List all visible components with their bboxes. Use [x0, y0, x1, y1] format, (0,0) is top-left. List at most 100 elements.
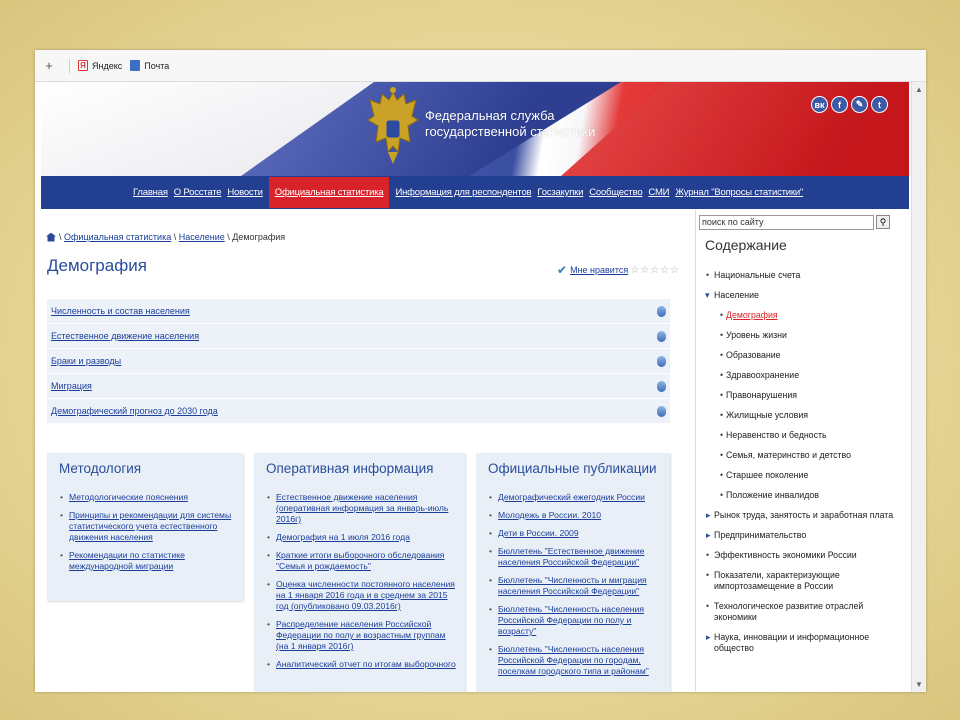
- sidebar-item[interactable]: Жилищные условия: [696, 410, 909, 421]
- twitter-icon[interactable]: t: [871, 96, 888, 113]
- section-link[interactable]: Браки и разводы: [51, 356, 121, 366]
- methodology-link[interactable]: Методологические пояснения: [69, 492, 188, 502]
- section-link[interactable]: Демографический прогноз до 2030 года: [51, 406, 218, 416]
- publication-link[interactable]: Молодежь в России. 2010: [498, 510, 601, 520]
- agency-name: Федеральная служба государственной стати…: [425, 108, 595, 140]
- sidebar-item[interactable]: Здравоохранение: [696, 370, 909, 381]
- bookmarks-bar: + Я Яндекс Почта: [35, 50, 926, 82]
- methodology-link[interactable]: Рекомендации по статистике международной…: [69, 550, 185, 571]
- methodology-link[interactable]: Принципы и рекомендации для системы стат…: [69, 510, 231, 542]
- operational-link[interactable]: Оценка численности постоянного населения…: [276, 579, 455, 611]
- list-item: Методологические пояснения: [59, 492, 235, 503]
- list-item: Бюллетень "Численность населения Российс…: [488, 644, 662, 677]
- list-item: Естественное движение населения (операти…: [266, 492, 457, 525]
- nav-procurement[interactable]: Госзакупки: [537, 187, 583, 198]
- sidebar-item[interactable]: Население: [696, 290, 909, 301]
- section-link[interactable]: Естественное движение населения: [51, 331, 199, 341]
- bookmark-mail[interactable]: Почта: [130, 60, 169, 71]
- sidebar-item[interactable]: Наука, инновации и информационное общест…: [696, 632, 909, 654]
- sidebar-item[interactable]: Рынок труда, занятость и заработная плат…: [696, 510, 909, 521]
- sidebar-item[interactable]: Образование: [696, 350, 909, 361]
- yandex-icon: Я: [78, 60, 88, 71]
- blog-icon[interactable]: ✎: [851, 96, 868, 113]
- sidebar-item[interactable]: Показатели, характеризующие импортозамещ…: [696, 570, 909, 592]
- list-item[interactable]: Естественное движение населения: [47, 324, 670, 349]
- list-item: Молодежь в России. 2010: [488, 510, 662, 521]
- database-icon[interactable]: [657, 330, 666, 342]
- agency-name-line2: государственной статистики: [425, 124, 596, 139]
- list-item: Краткие итоги выборочного обследования "…: [266, 550, 457, 572]
- section-link[interactable]: Численность и состав населения: [51, 306, 190, 316]
- search-icon: ⚲: [879, 217, 887, 227]
- agency-name-line1: Федеральная служба: [425, 108, 555, 123]
- operational-link[interactable]: Распределение населения Российской Федер…: [276, 619, 446, 651]
- nav-about[interactable]: О Росстате: [174, 187, 222, 198]
- nav-respondents[interactable]: Информация для респондентов: [395, 187, 531, 198]
- nav-news[interactable]: Новости: [227, 187, 263, 198]
- page-title: Демография: [47, 256, 147, 275]
- breadcrumb-official-statistics[interactable]: Официальная статистика: [64, 232, 171, 242]
- sidebar-item[interactable]: Уровень жизни: [696, 330, 909, 341]
- operational-link[interactable]: Краткие итоги выборочного обследования "…: [276, 550, 444, 571]
- facebook-icon[interactable]: f: [831, 96, 848, 113]
- breadcrumb-current: \ Демография: [227, 232, 286, 242]
- sidebar-item[interactable]: Национальные счета: [696, 270, 909, 281]
- publication-link[interactable]: Демографический ежегодник России: [498, 492, 645, 502]
- add-bookmark-button[interactable]: +: [39, 58, 59, 73]
- section-list: Численность и состав населения Естествен…: [47, 299, 670, 424]
- list-item: Дети в России. 2009: [488, 528, 662, 539]
- sidebar-item[interactable]: Старшее поколение: [696, 470, 909, 481]
- list-item: Аналитический отчет по итогам выборочног…: [266, 659, 457, 670]
- list-item: Распределение населения Российской Федер…: [266, 619, 457, 652]
- breadcrumb-population[interactable]: Население: [179, 232, 225, 242]
- database-icon[interactable]: [657, 305, 666, 317]
- nav-home[interactable]: Главная: [133, 187, 168, 198]
- eagle-emblem-icon[interactable]: [364, 86, 422, 168]
- scroll-down-icon[interactable]: ▼: [915, 680, 923, 689]
- section-link[interactable]: Миграция: [51, 381, 92, 391]
- publication-link[interactable]: Бюллетень "Численность населения Российс…: [498, 604, 644, 636]
- sidebar-item[interactable]: Неравенство и бедность: [696, 430, 909, 441]
- bookmark-yandex[interactable]: Я Яндекс: [78, 60, 122, 71]
- database-icon[interactable]: [657, 380, 666, 392]
- publication-link[interactable]: Бюллетень "Численность населения Российс…: [498, 644, 649, 676]
- like-link[interactable]: Мне нравится: [570, 265, 628, 275]
- publication-link[interactable]: Бюллетень "Численность и миграция населе…: [498, 575, 647, 596]
- publication-link[interactable]: Дети в России. 2009: [498, 528, 579, 538]
- sidebar-item[interactable]: Правонарушения: [696, 390, 909, 401]
- browser-window: + Я Яндекс Почта Федеральная служба госу…: [35, 50, 926, 692]
- sidebar-item[interactable]: Семья, материнство и детство: [696, 450, 909, 461]
- scroll-up-icon[interactable]: ▲: [915, 85, 923, 94]
- list-item[interactable]: Численность и состав населения: [47, 299, 670, 324]
- list-item[interactable]: Браки и разводы: [47, 349, 670, 374]
- nav-media[interactable]: СМИ: [648, 187, 669, 198]
- nav-official-statistics[interactable]: Официальная статистика: [268, 177, 390, 208]
- home-icon[interactable]: [46, 232, 56, 242]
- sidebar-item[interactable]: Эффективность экономики России: [696, 550, 909, 561]
- breadcrumb-separator: \: [59, 232, 62, 242]
- sidebar-item[interactable]: Демография: [696, 310, 909, 321]
- publication-link[interactable]: Бюллетень "Естественное движение населен…: [498, 546, 644, 567]
- vk-icon[interactable]: вк: [811, 96, 828, 113]
- search-input[interactable]: поиск по сайту: [699, 215, 874, 230]
- list-item[interactable]: Демографический прогноз до 2030 года: [47, 399, 670, 424]
- site-banner: Федеральная служба государственной стати…: [41, 82, 909, 176]
- nav-journal[interactable]: Журнал "Вопросы статистики": [675, 187, 803, 198]
- database-icon[interactable]: [657, 355, 666, 367]
- operational-link[interactable]: Естественное движение населения (операти…: [276, 492, 448, 524]
- rating-stars[interactable]: ☆☆☆☆☆: [630, 265, 680, 276]
- operational-link[interactable]: Демография на 1 июля 2016 года: [276, 532, 410, 542]
- database-icon[interactable]: [657, 405, 666, 417]
- operational-link[interactable]: Аналитический отчет по итогам выборочног…: [276, 659, 456, 669]
- vertical-scrollbar[interactable]: ▲ ▼: [911, 82, 926, 692]
- methodology-panel: Методология Методологические пояснения П…: [47, 453, 243, 601]
- social-links: вк f ✎ t: [811, 96, 888, 113]
- list-item: Демографический ежегодник России: [488, 492, 662, 503]
- sidebar-item[interactable]: Положение инвалидов: [696, 490, 909, 501]
- sidebar-item[interactable]: Технологическое развитие отраслей эконом…: [696, 601, 909, 623]
- search-button[interactable]: ⚲: [876, 215, 890, 229]
- operational-info-panel: Оперативная информация Естественное движ…: [254, 453, 465, 692]
- nav-community[interactable]: Сообщество: [589, 187, 642, 198]
- sidebar-item[interactable]: Предпринимательство: [696, 530, 909, 541]
- list-item[interactable]: Миграция: [47, 374, 670, 399]
